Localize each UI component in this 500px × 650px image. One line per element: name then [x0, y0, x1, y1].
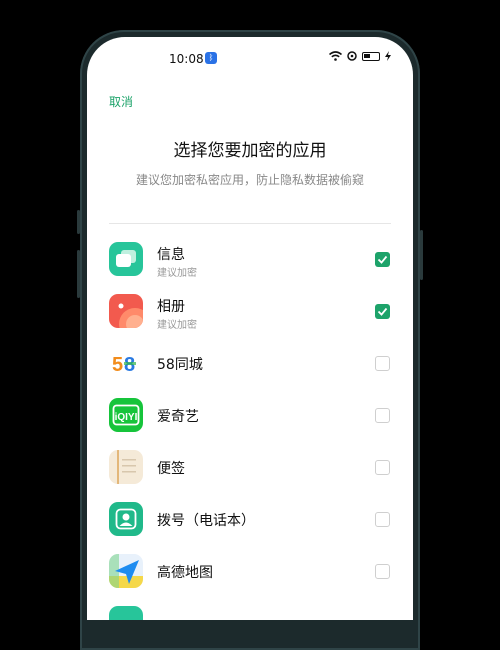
- page-title: 选择您要加密的应用: [173, 141, 327, 161]
- app-checkbox[interactable]: [375, 460, 390, 475]
- app-list: 信息 建议加密 相册 建议加密 5 8 58: [87, 233, 413, 620]
- list-item[interactable]: 信息 建议加密: [87, 233, 413, 285]
- 58-tongcheng-icon: 5 8: [109, 346, 143, 380]
- divider: [109, 223, 391, 224]
- page-subtitle: 建议您加密私密应用，防止隐私数据被偷窥: [135, 173, 364, 187]
- app-name: 爱奇艺: [157, 409, 199, 425]
- app-name: 58同城: [157, 357, 203, 373]
- messages-icon: [109, 242, 143, 276]
- app-name: 信息: [157, 247, 185, 263]
- list-item[interactable]: 5 8 58同城: [87, 337, 413, 389]
- phone-power-button: [420, 230, 423, 280]
- cancel-button[interactable]: 取消: [109, 93, 133, 110]
- app-checkbox[interactable]: [375, 304, 390, 319]
- app-checkbox[interactable]: [375, 252, 390, 267]
- bluetooth-icon: ᛒ: [205, 52, 217, 64]
- app-checkbox[interactable]: [375, 564, 390, 579]
- battery-icon: [362, 51, 380, 61]
- app-name: 便签: [157, 461, 185, 477]
- list-item[interactable]: 拨号（电话本）: [87, 493, 413, 545]
- status-icons: [329, 51, 391, 61]
- charging-icon: [385, 51, 391, 61]
- amap-icon: [109, 554, 143, 588]
- app-hint: 建议加密: [157, 320, 197, 331]
- list-item[interactable]: 高德地图: [87, 545, 413, 597]
- app-name: 高德地图: [157, 565, 213, 581]
- status-time: 10:08: [169, 52, 204, 66]
- app-checkbox[interactable]: [375, 356, 390, 371]
- iqiyi-icon: iQIYI: [109, 398, 143, 432]
- app-name: 拨号（电话本）: [157, 513, 255, 529]
- app-screen: 10:08 ᛒ 取消 选择您要加密的应用 建议您加密私密应用，防止隐私数据被偷窥: [87, 37, 413, 620]
- app-checkbox[interactable]: [375, 512, 390, 527]
- svg-text:5: 5: [112, 354, 123, 374]
- status-bar: 10:08 ᛒ: [87, 37, 413, 77]
- svg-text:iQIYI: iQIYI: [115, 412, 138, 423]
- list-item[interactable]: iQIYI 爱奇艺: [87, 389, 413, 441]
- list-item[interactable]: 相册 建议加密: [87, 285, 413, 337]
- list-item[interactable]: [87, 597, 413, 620]
- app-icon: [109, 606, 143, 620]
- app-hint: 建议加密: [157, 268, 197, 279]
- photos-icon: [109, 294, 143, 328]
- list-item[interactable]: 便签: [87, 441, 413, 493]
- data-saver-icon: [347, 51, 357, 61]
- phone-side-button: [77, 250, 80, 298]
- notes-icon: [109, 450, 143, 484]
- wifi-icon: [329, 51, 342, 61]
- phone-side-button: [77, 210, 80, 234]
- app-name: 相册: [157, 299, 185, 315]
- dialer-icon: [109, 502, 143, 536]
- app-checkbox[interactable]: [375, 408, 390, 423]
